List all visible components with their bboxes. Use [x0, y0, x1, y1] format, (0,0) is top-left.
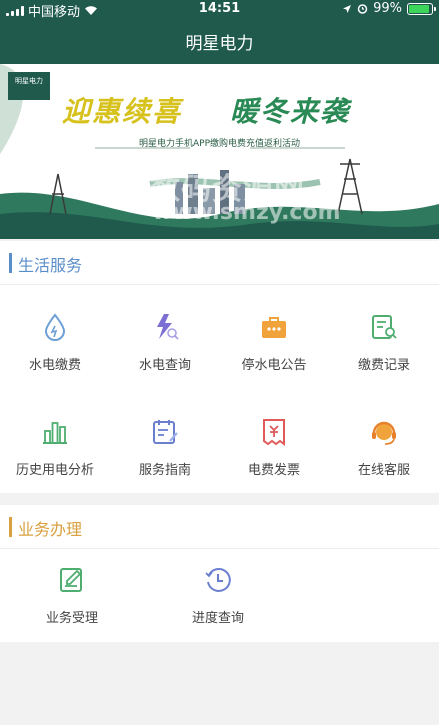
banner-calligraphy-left: 迎惠续喜	[62, 95, 183, 128]
section-title: 生活服务	[18, 256, 83, 275]
life-services-header: 生活服务	[0, 241, 439, 285]
business-acceptance[interactable]: 业务受理	[17, 565, 127, 626]
service-payment-records[interactable]: 缴费记录	[329, 312, 439, 373]
business-header: 业务办理	[0, 505, 439, 549]
headset-icon	[372, 421, 396, 445]
banner-calligraphy-right: 暖冬来袭	[230, 95, 351, 128]
battery-icon	[407, 2, 436, 15]
service-water-electric-payment[interactable]: 水电缴费	[0, 312, 110, 373]
service-guide[interactable]: 服务指南	[110, 417, 220, 478]
service-label: 服务指南	[138, 463, 191, 478]
briefcase-icon	[262, 317, 286, 338]
water-drop-icon	[44, 313, 66, 341]
lightning-search-icon	[157, 314, 179, 340]
business-progress-query[interactable]: 进度查询	[163, 565, 273, 626]
edit-form-icon	[60, 568, 82, 592]
service-outage-notice[interactable]: 停水电公告	[219, 312, 329, 373]
service-label: 在线客服	[357, 463, 410, 478]
battery-percent: 99%	[373, 1, 402, 16]
business-label: 进度查询	[191, 611, 244, 626]
app-header: 中国移动 14:51 99% 明星电力	[0, 0, 439, 64]
invoice-icon	[263, 419, 285, 446]
bar-chart-icon	[43, 422, 67, 444]
service-usage-history[interactable]: 历史用电分析	[0, 417, 110, 478]
section-accent-bar	[9, 253, 12, 273]
service-label: 停水电公告	[241, 358, 307, 373]
service-invoice[interactable]: 电费发票	[219, 417, 329, 478]
section-accent-bar	[9, 517, 12, 537]
service-label: 历史用电分析	[15, 463, 94, 478]
location-icon	[343, 4, 352, 13]
guide-icon	[153, 420, 178, 444]
section-title: 业务办理	[18, 520, 83, 539]
service-online-support[interactable]: 在线客服	[329, 417, 439, 478]
promo-banner[interactable]: 明星电力 迎惠续喜 暖冬来袭 明星电力手机APP缴购电费充值返利活动 数码资源网…	[0, 64, 439, 239]
business-section: 业务办理 业务受理 进度查询	[0, 505, 439, 642]
record-search-icon	[372, 315, 397, 339]
service-label: 电费发票	[247, 463, 300, 478]
status-bar: 中国移动 14:51 99%	[0, 0, 439, 20]
banner-subtitle: 明星电力手机APP缴购电费充值返利活动	[138, 139, 300, 149]
service-label: 水电缴费	[28, 358, 81, 373]
banner-logo: 明星电力	[8, 72, 50, 100]
service-label: 水电查询	[138, 358, 191, 373]
life-services-section: 生活服务 水电缴费 水电查询 停水电公告 缴费记录 历史用电分析 服务指南 电费…	[0, 241, 439, 493]
service-label: 缴费记录	[357, 358, 410, 373]
business-label: 业务受理	[45, 611, 98, 626]
alarm-icon	[357, 4, 368, 14]
clock-icon	[205, 568, 231, 592]
page-title: 明星电力	[185, 34, 254, 54]
service-water-electric-query[interactable]: 水电查询	[110, 312, 220, 373]
watermark-url: www.smzy.com	[152, 200, 341, 225]
